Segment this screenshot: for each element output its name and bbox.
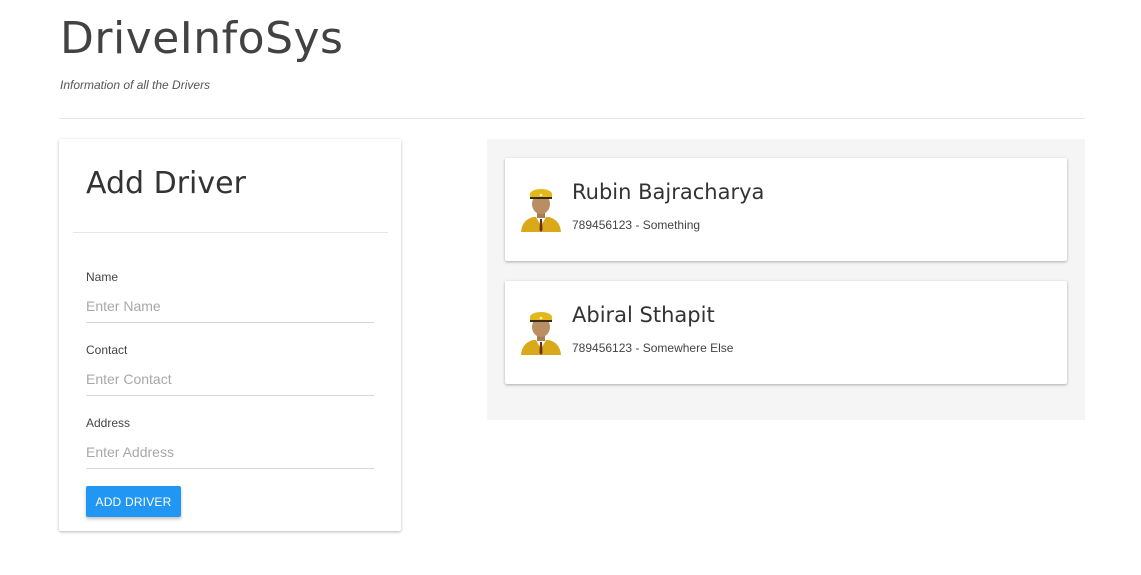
form-divider <box>73 232 388 233</box>
driver-list: Rubin Bajracharya 789456123 - Something … <box>487 139 1085 420</box>
contact-label: Contact <box>86 343 128 357</box>
app-title: DriveInfoSys <box>60 13 344 64</box>
driver-avatar-icon <box>521 189 561 232</box>
driver-detail: 789456123 - Somewhere Else <box>572 341 734 355</box>
driver-card[interactable]: Rubin Bajracharya 789456123 - Something <box>505 158 1067 261</box>
app-subtitle: Information of all the Drivers <box>60 78 211 92</box>
add-driver-form: Add Driver Name Contact Address ADD DRIV… <box>59 139 401 531</box>
name-input[interactable] <box>86 294 374 323</box>
address-field: Address <box>86 416 374 469</box>
page: DriveInfoSys Information of all the Driv… <box>0 0 1141 575</box>
driver-avatar-icon <box>521 312 561 355</box>
add-driver-button[interactable]: ADD DRIVER <box>86 486 181 517</box>
driver-detail: 789456123 - Something <box>572 218 701 232</box>
contact-field: Contact <box>86 343 374 396</box>
driver-name: Rubin Bajracharya <box>572 180 765 204</box>
driver-card[interactable]: Abiral Sthapit 789456123 - Somewhere Els… <box>505 281 1067 384</box>
form-title: Add Driver <box>86 166 246 201</box>
address-input[interactable] <box>86 440 374 469</box>
name-field: Name <box>86 270 374 323</box>
header-divider <box>59 118 1085 119</box>
contact-input[interactable] <box>86 367 374 396</box>
name-label: Name <box>86 270 119 284</box>
address-label: Address <box>86 416 131 430</box>
driver-name: Abiral Sthapit <box>572 303 715 327</box>
